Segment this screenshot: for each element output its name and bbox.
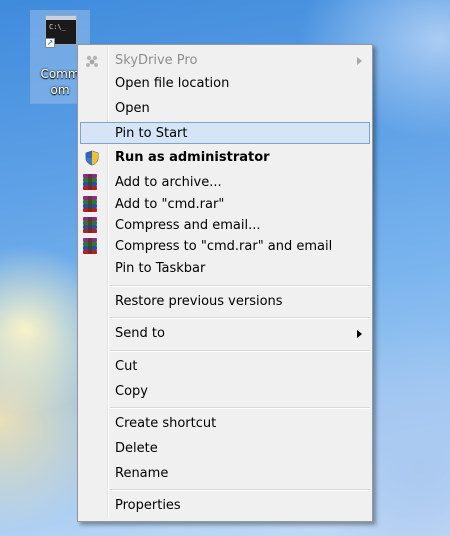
menu-item-properties[interactable]: Properties — [80, 495, 370, 517]
menu-item-rename[interactable]: Rename — [80, 463, 370, 485]
menu-item-label: Run as administrator — [115, 150, 270, 165]
menu-item-create-shortcut[interactable]: Create shortcut — [80, 413, 370, 435]
menu-item-label: Send to — [115, 326, 165, 341]
menu-item-add-to-archive[interactable]: Add to archive... — [80, 172, 370, 194]
winrar-icon — [83, 174, 97, 190]
menu-separator — [110, 407, 370, 409]
menu-item-label: Open file location — [115, 76, 230, 91]
menu-separator — [110, 317, 370, 319]
menu-item-label: SkyDrive Pro — [115, 53, 198, 68]
shortcut-arrow-icon: ↗ — [45, 38, 55, 48]
menu-separator — [110, 350, 370, 352]
menu-item-open[interactable]: Open — [80, 98, 370, 120]
winrar-icon — [83, 196, 97, 212]
menu-item-skydrive-pro[interactable]: SkyDrive Pro — [80, 50, 370, 72]
submenu-arrow-icon — [357, 330, 362, 338]
menu-item-label: Add to archive... — [115, 175, 222, 190]
menu-item-restore-previous-versions[interactable]: Restore previous versions — [80, 291, 370, 313]
menu-item-cut[interactable]: Cut — [80, 356, 370, 378]
menu-item-label: Compress to "cmd.rar" and email — [115, 239, 333, 254]
menu-separator — [110, 285, 370, 287]
menu-item-label: Create shortcut — [115, 416, 217, 431]
menu-item-run-as-administrator[interactable]: Run as administrator — [80, 147, 370, 169]
uac-shield-icon — [85, 150, 99, 166]
menu-item-open-file-location[interactable]: Open file location — [80, 73, 370, 95]
winrar-icon — [83, 217, 97, 233]
menu-item-delete[interactable]: Delete — [80, 438, 370, 460]
skydrive-icon — [86, 55, 98, 67]
menu-item-label: Restore previous versions — [115, 294, 283, 309]
menu-item-label: Properties — [115, 498, 181, 513]
menu-item-label: Pin to Taskbar — [115, 261, 206, 276]
menu-item-label: Open — [115, 101, 150, 116]
menu-item-pin-to-taskbar[interactable]: Pin to Taskbar — [80, 258, 370, 280]
menu-item-label: Cut — [115, 359, 138, 374]
menu-item-send-to[interactable]: Send to — [80, 323, 370, 345]
menu-item-label: Compress and email... — [115, 218, 261, 233]
menu-item-label: Delete — [115, 441, 158, 456]
menu-item-add-to-cmd-rar[interactable]: Add to "cmd.rar" — [80, 194, 370, 216]
menu-item-label: Copy — [115, 384, 148, 399]
menu-item-copy[interactable]: Copy — [80, 381, 370, 403]
menu-separator — [110, 489, 370, 491]
menu-item-label: Add to "cmd.rar" — [115, 197, 225, 212]
menu-item-pin-to-start[interactable]: Pin to Start — [80, 122, 370, 144]
menu-item-label: Rename — [115, 466, 169, 481]
menu-item-compress-to-cmd-rar-and-email[interactable]: Compress to "cmd.rar" and email — [80, 236, 370, 258]
submenu-arrow-icon — [357, 57, 362, 65]
menu-item-compress-and-email[interactable]: Compress and email... — [80, 215, 370, 237]
menu-item-label: Pin to Start — [115, 126, 188, 141]
winrar-icon — [83, 238, 97, 254]
context-menu: SkyDrive Pro Open file location Open Pin… — [77, 44, 373, 522]
